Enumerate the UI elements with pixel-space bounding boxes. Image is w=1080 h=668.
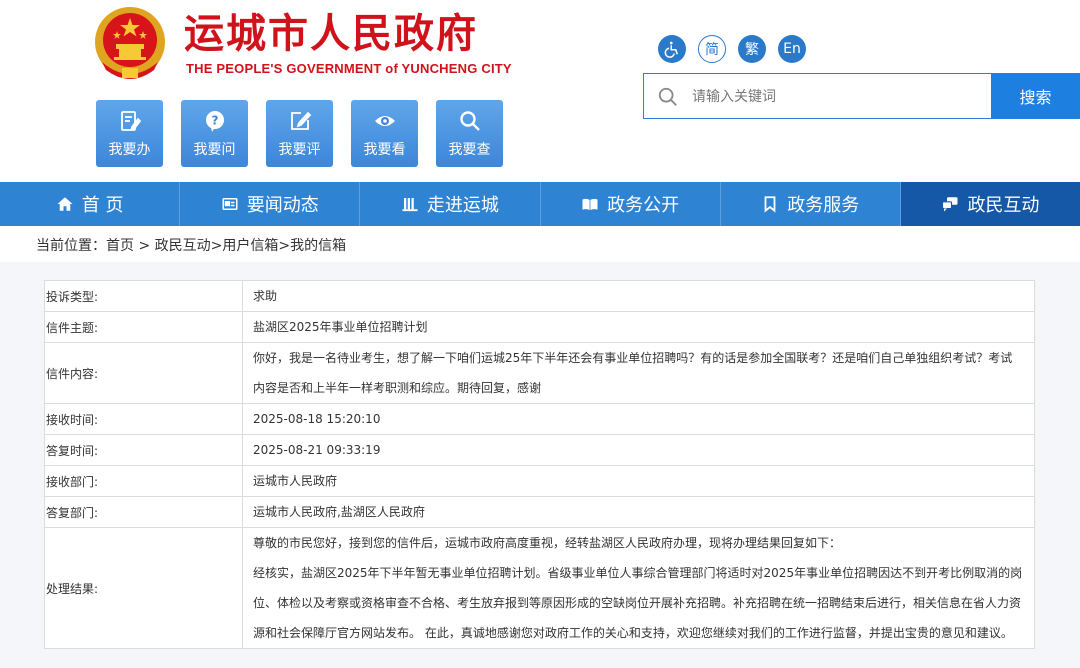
nav-item-home[interactable]: 首 页 bbox=[0, 182, 181, 226]
national-emblem-icon bbox=[95, 7, 165, 79]
processing-result-value: 尊敬的市民您好，接到您的信件后，运城市政府高度重视，经转盐湖区人民政府办理，现将… bbox=[242, 527, 1035, 649]
letter-detail-table: 投诉类型: 求助 信件主题: 盐湖区2025年事业单位招聘计划 信件内容: 你好… bbox=[44, 280, 1035, 649]
field-label: 接收部门: bbox=[44, 465, 243, 497]
eye-icon bbox=[374, 115, 395, 126]
nav-item-open-government[interactable]: 政务公开 bbox=[541, 182, 721, 226]
reply-time-value: 2025-08-21 09:33:19 bbox=[242, 434, 1035, 466]
breadcrumb-prefix: 当前位置： bbox=[36, 238, 106, 254]
pencil-square-icon bbox=[290, 111, 311, 130]
field-label: 答复部门: bbox=[44, 496, 243, 528]
search-icon bbox=[459, 110, 480, 131]
site-subtitle: THE PEOPLE'S GOVERNMENT of YUNCHENG CITY bbox=[186, 61, 512, 76]
nav-item-label: 首 页 bbox=[81, 195, 124, 216]
field-label: 答复时间: bbox=[44, 434, 243, 466]
quick-link-label: 我要办 bbox=[108, 141, 151, 158]
table-row: 接收时间: 2025-08-18 15:20:10 bbox=[44, 403, 1035, 435]
breadcrumb-home-link[interactable]: 首页 bbox=[106, 238, 134, 254]
letter-subject-value: 盐湖区2025年事业单位招聘计划 bbox=[242, 311, 1035, 343]
search-icon bbox=[658, 87, 677, 106]
home-icon bbox=[57, 197, 73, 211]
nav-item-services[interactable]: 政务服务 bbox=[721, 182, 901, 226]
field-label: 投诉类型: bbox=[44, 280, 243, 312]
site-title: 运城市人民政府 bbox=[184, 10, 478, 57]
result-paragraph: 经核实，盐湖区2025年下半年暂无事业单位招聘计划。省级事业单位人事综合管理部门… bbox=[253, 566, 1023, 640]
quick-link-label: 我要看 bbox=[363, 141, 406, 158]
question-bubble-icon: ? bbox=[205, 110, 224, 132]
chat-icon bbox=[942, 197, 958, 212]
accessibility-button[interactable] bbox=[658, 35, 686, 63]
news-icon bbox=[222, 198, 238, 210]
breadcrumb-separator: > bbox=[210, 238, 223, 254]
wheelchair-icon bbox=[664, 41, 678, 58]
building-icon bbox=[402, 198, 418, 212]
table-row: 接收部门: 运城市人民政府 bbox=[44, 465, 1035, 497]
bookmark-icon bbox=[764, 196, 776, 213]
receiving-department-value: 运城市人民政府 bbox=[242, 465, 1035, 497]
nav-item-news[interactable]: 要闻动态 bbox=[180, 182, 361, 226]
received-time-value: 2025-08-18 15:20:10 bbox=[242, 403, 1035, 435]
quick-link-query[interactable]: 我要查 bbox=[436, 100, 503, 167]
book-icon bbox=[582, 198, 598, 210]
quick-link-label: 我要评 bbox=[278, 141, 321, 158]
nav-item-label: 政务公开 bbox=[607, 195, 680, 216]
nav-item-about[interactable]: 走进运城 bbox=[360, 182, 541, 226]
search-input[interactable] bbox=[690, 83, 984, 111]
complaint-type-value: 求助 bbox=[242, 280, 1035, 312]
traditional-chinese-button[interactable]: 繁 bbox=[738, 35, 766, 63]
breadcrumb-section-link[interactable]: 政民互动 bbox=[155, 238, 211, 254]
breadcrumb: 当前位置：首页 > 政民互动>用户信箱>我的信箱 bbox=[36, 235, 346, 255]
breadcrumb-separator: > bbox=[278, 238, 291, 254]
simplified-chinese-button[interactable]: 简 bbox=[698, 35, 726, 63]
quick-link-service[interactable]: 我要办 bbox=[96, 100, 163, 167]
table-row: 处理结果: 尊敬的市民您好，接到您的信件后，运城市政府高度重视，经转盐湖区人民政… bbox=[44, 527, 1035, 649]
site-tools: 简 繁 En bbox=[658, 35, 806, 63]
svg-text:?: ? bbox=[211, 113, 218, 127]
site-header: 运城市人民政府 THE PEOPLE'S GOVERNMENT of YUNCH… bbox=[0, 0, 1080, 182]
quick-link-label: 我要查 bbox=[448, 141, 491, 158]
breadcrumb-sub-link[interactable]: 用户信箱 bbox=[222, 238, 278, 254]
letter-content-value: 你好，我是一名待业考生，想了解一下咱们运城25年下半年还会有事业单位招聘吗？有的… bbox=[242, 342, 1035, 404]
nav-item-label: 要闻动态 bbox=[246, 195, 319, 216]
nav-item-label: 政务服务 bbox=[787, 195, 860, 216]
field-label: 接收时间: bbox=[44, 403, 243, 435]
reply-department-value: 运城市人民政府,盐湖区人民政府 bbox=[242, 496, 1035, 528]
search-button[interactable]: 搜索 bbox=[991, 73, 1080, 119]
table-row: 答复时间: 2025-08-21 09:33:19 bbox=[44, 434, 1035, 466]
table-row: 信件内容: 你好，我是一名待业考生，想了解一下咱们运城25年下半年还会有事业单位… bbox=[44, 342, 1035, 404]
result-paragraph: 尊敬的市民您好，接到您的信件后，运城市政府高度重视，经转盐湖区人民政府办理，现将… bbox=[253, 536, 842, 550]
breadcrumb-bar: 当前位置：首页 > 政民互动>用户信箱>我的信箱 bbox=[0, 226, 1080, 262]
field-label: 信件主题: bbox=[44, 311, 243, 343]
quick-link-evaluate[interactable]: 我要评 bbox=[266, 100, 333, 167]
quick-link-ask[interactable]: ? 我要问 bbox=[181, 100, 248, 167]
quick-links: 我要办 ? 我要问 我要评 我要看 我要查 bbox=[96, 100, 503, 167]
main-nav: 首 页 要闻动态 走进运城 政务公开 政务服务 政民互动 bbox=[0, 182, 1080, 226]
quick-link-view[interactable]: 我要看 bbox=[351, 100, 418, 167]
breadcrumb-current[interactable]: 我的信箱 bbox=[290, 238, 346, 254]
nav-item-interaction[interactable]: 政民互动 bbox=[900, 182, 1080, 226]
table-row: 投诉类型: 求助 bbox=[44, 280, 1035, 312]
breadcrumb-separator: > bbox=[134, 238, 155, 254]
table-row: 信件主题: 盐湖区2025年事业单位招聘计划 bbox=[44, 311, 1035, 343]
field-label: 处理结果: bbox=[44, 527, 243, 649]
edit-document-icon bbox=[120, 110, 141, 131]
field-label: 信件内容: bbox=[44, 342, 243, 404]
quick-link-label: 我要问 bbox=[193, 141, 236, 158]
nav-item-label: 政民互动 bbox=[967, 195, 1040, 216]
nav-item-label: 走进运城 bbox=[426, 195, 499, 216]
search-box bbox=[643, 73, 991, 119]
table-row: 答复部门: 运城市人民政府,盐湖区人民政府 bbox=[44, 496, 1035, 528]
english-button[interactable]: En bbox=[778, 35, 806, 63]
